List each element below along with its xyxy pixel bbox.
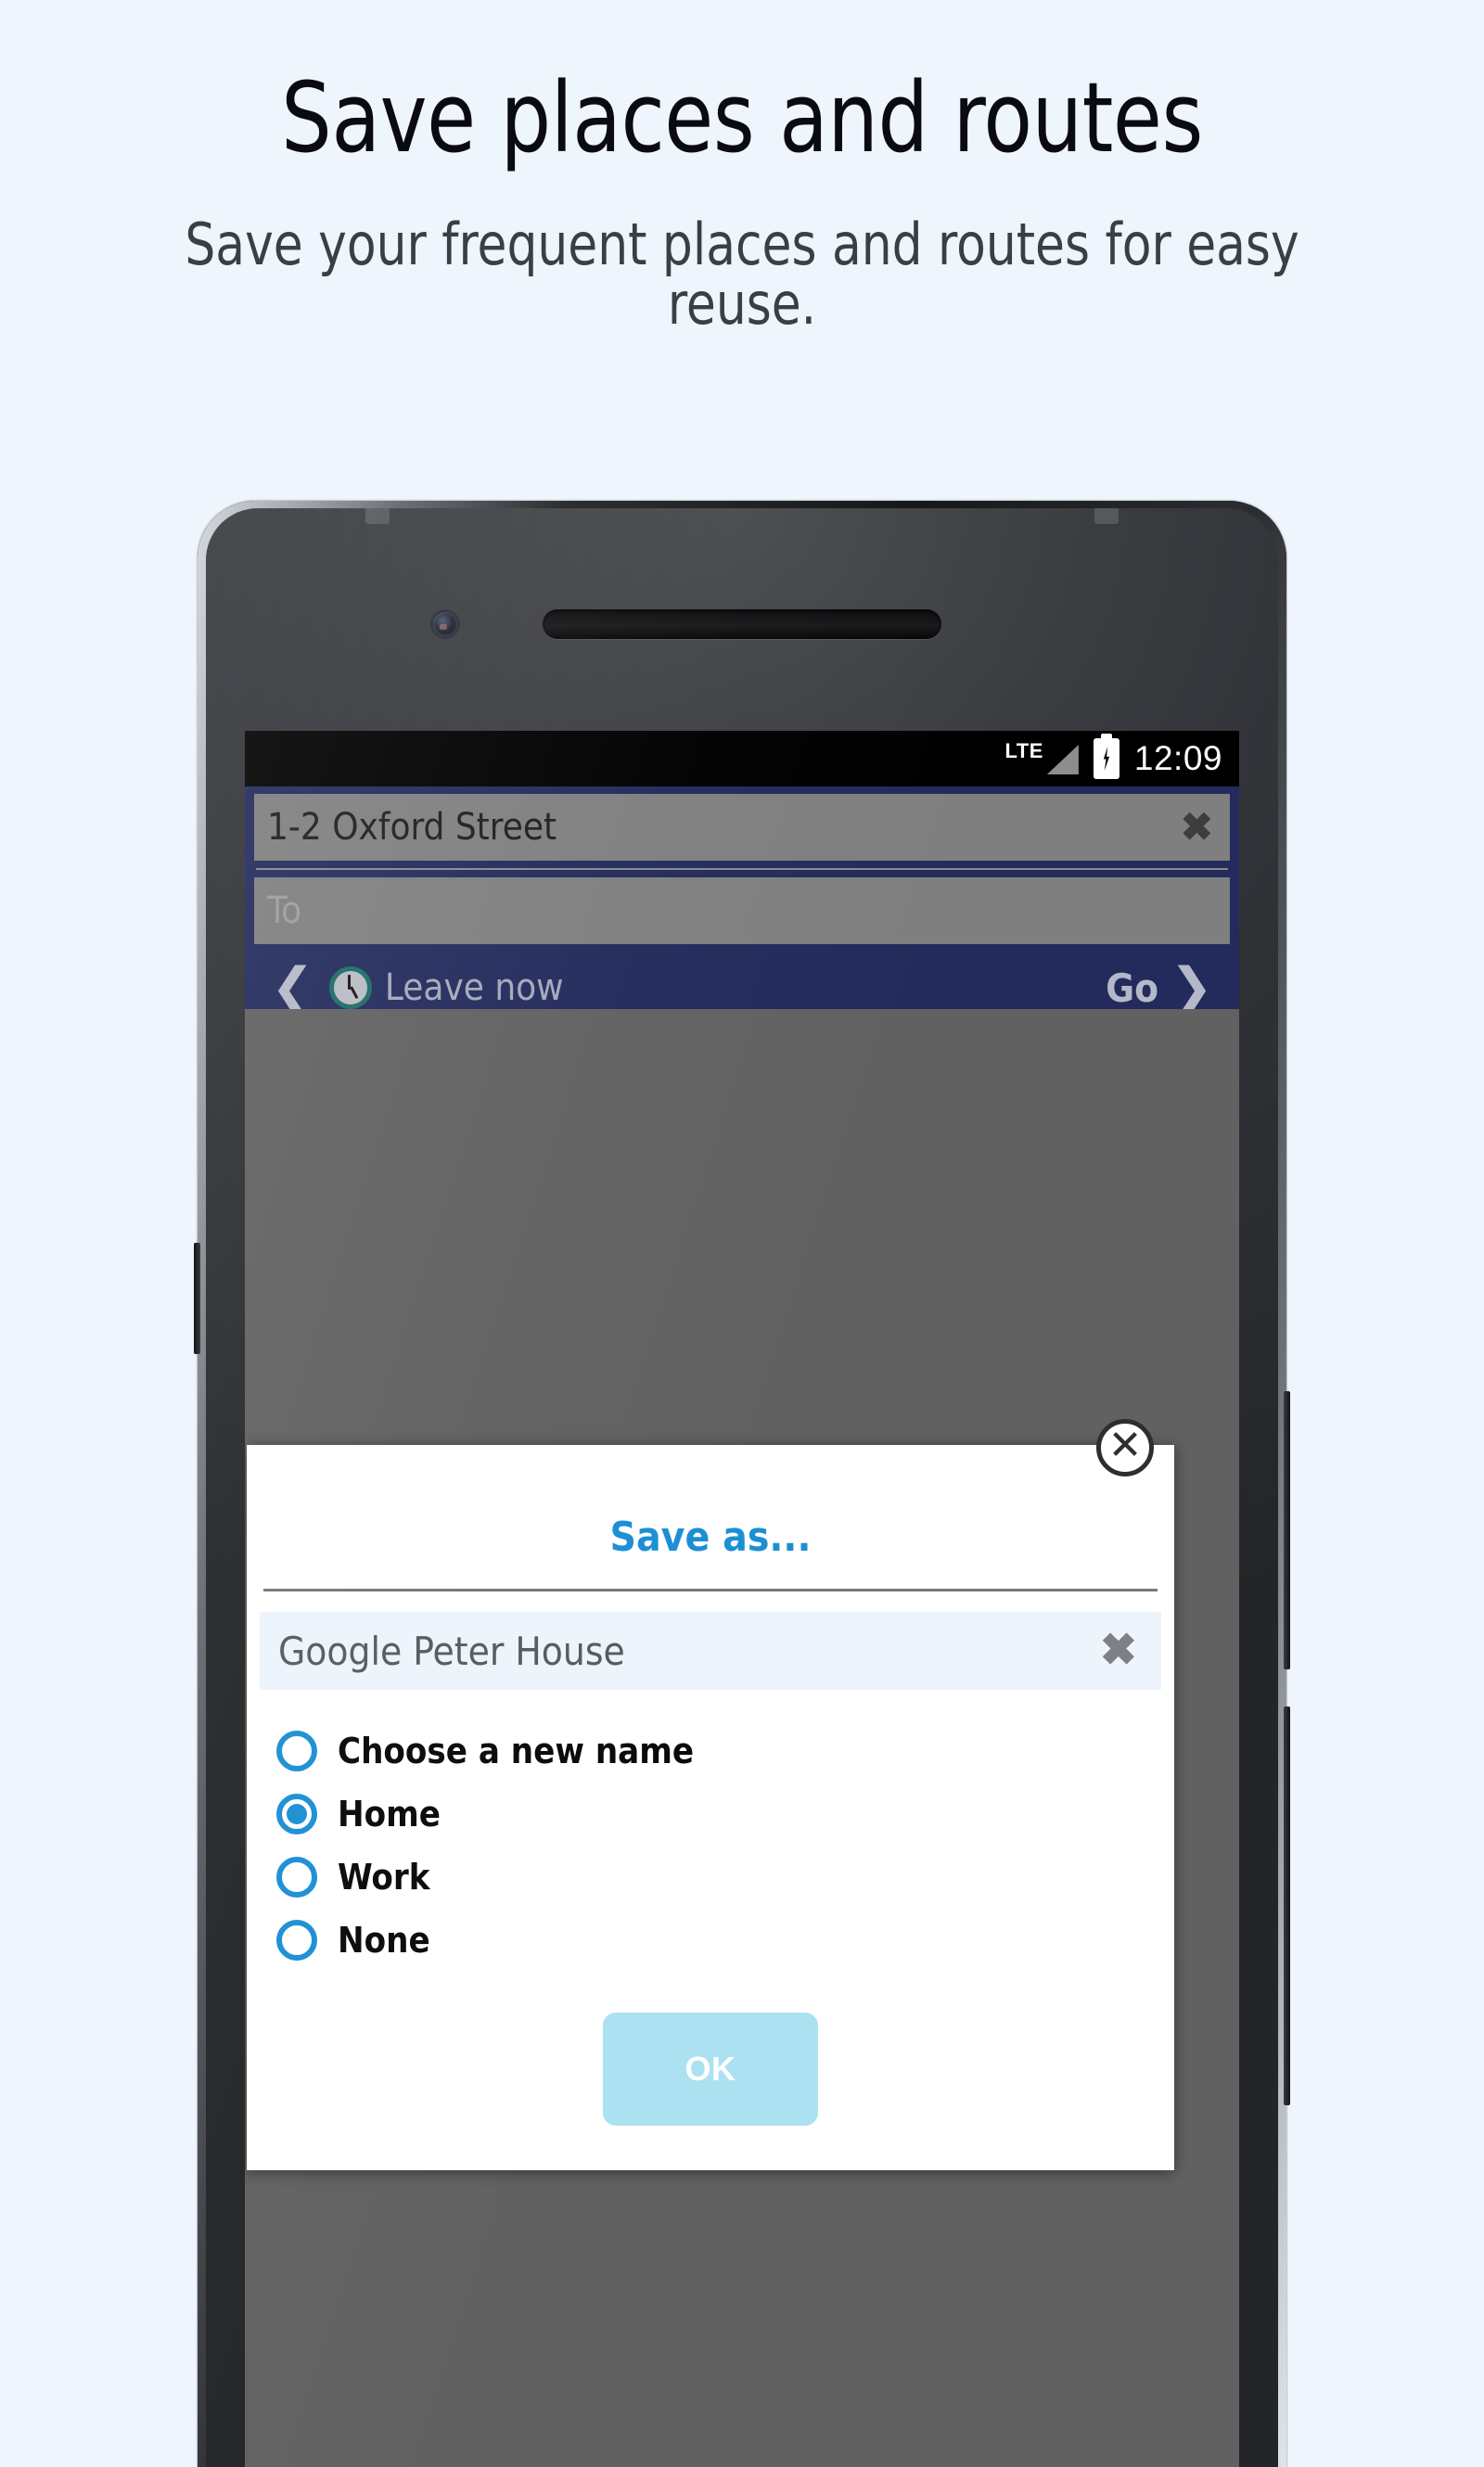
from-field-value: 1-2 Oxford Street (267, 806, 557, 849)
place-name-input[interactable]: Google Peter House ✖ (260, 1612, 1161, 1690)
departure-time-label[interactable]: Leave now (385, 966, 564, 1009)
phone-screen: LTE 12:09 1-2 Oxford Street ✖ To ❮ Leave… (245, 731, 1239, 2467)
phone-antenna-notch-left (365, 508, 390, 524)
radio-icon-selected (276, 1794, 317, 1834)
status-bar-clock: 12:09 (1133, 739, 1222, 777)
dialog-title: Save as... (263, 1445, 1158, 1591)
clock-icon[interactable] (328, 966, 372, 1009)
radio-option-home[interactable]: Home (247, 1783, 1174, 1846)
battery-charging-icon (1093, 738, 1119, 779)
field-divider (256, 868, 1228, 870)
page-subtitle: Save your frequent places and routes for… (185, 211, 1299, 339)
page-title: Save places and routes (281, 61, 1203, 174)
from-clear-icon[interactable]: ✖ (1181, 808, 1213, 847)
network-status: LTE (1004, 739, 1079, 776)
route-search-bar: 1-2 Oxford Street ✖ To ❮ Leave now Go ❯ (245, 786, 1239, 1024)
phone-antenna-notch-right (1094, 508, 1119, 524)
save-as-dialog: ✕ Save as... Google Peter House ✖ Choose… (247, 1419, 1174, 2170)
go-button[interactable]: Go (1106, 965, 1158, 1011)
radio-icon (276, 1731, 317, 1771)
to-field[interactable]: To (254, 877, 1230, 944)
status-bar: LTE 12:09 (245, 731, 1239, 786)
mute-switch[interactable] (194, 1243, 200, 1354)
from-field[interactable]: 1-2 Oxford Street ✖ (254, 794, 1230, 861)
earpiece-speaker (543, 609, 941, 639)
close-circle-icon[interactable]: ✕ (1096, 1419, 1154, 1476)
clear-name-icon[interactable]: ✖ (1100, 1629, 1137, 1673)
radio-label: None (338, 1920, 430, 1961)
signal-triangle-icon (1046, 745, 1079, 774)
phone-mockup: LTE 12:09 1-2 Oxford Street ✖ To ❮ Leave… (194, 501, 1290, 2467)
radio-option-choose-a-new-name[interactable]: Choose a new name (247, 1719, 1174, 1783)
place-name-value: Google Peter House (278, 1628, 625, 1674)
ok-button[interactable]: OK (603, 2013, 818, 2126)
promo-header: Save places and routes Save your frequen… (0, 0, 1484, 334)
to-field-placeholder: To (267, 889, 302, 932)
power-button[interactable] (1284, 1391, 1290, 1669)
charging-bolt-icon (1103, 747, 1110, 771)
dialog-actions: OK (247, 1981, 1174, 2170)
radio-option-work[interactable]: Work (247, 1846, 1174, 1909)
radio-label: Home (338, 1794, 441, 1834)
radio-icon (276, 1857, 317, 1898)
radio-label: Work (338, 1857, 430, 1898)
radio-option-none[interactable]: None (247, 1909, 1174, 1972)
phone-bezel: LTE 12:09 1-2 Oxford Street ✖ To ❮ Leave… (206, 508, 1278, 2467)
save-as-options: Choose a new name Home Work None (247, 1690, 1174, 1981)
lte-label: LTE (1004, 739, 1043, 762)
chevron-left-icon[interactable]: ❮ (260, 962, 326, 1014)
volume-button[interactable] (1284, 1706, 1290, 2105)
front-camera (433, 612, 457, 636)
chevron-right-icon[interactable]: ❯ (1158, 962, 1224, 1014)
radio-icon (276, 1920, 317, 1961)
radio-label: Choose a new name (338, 1731, 695, 1771)
